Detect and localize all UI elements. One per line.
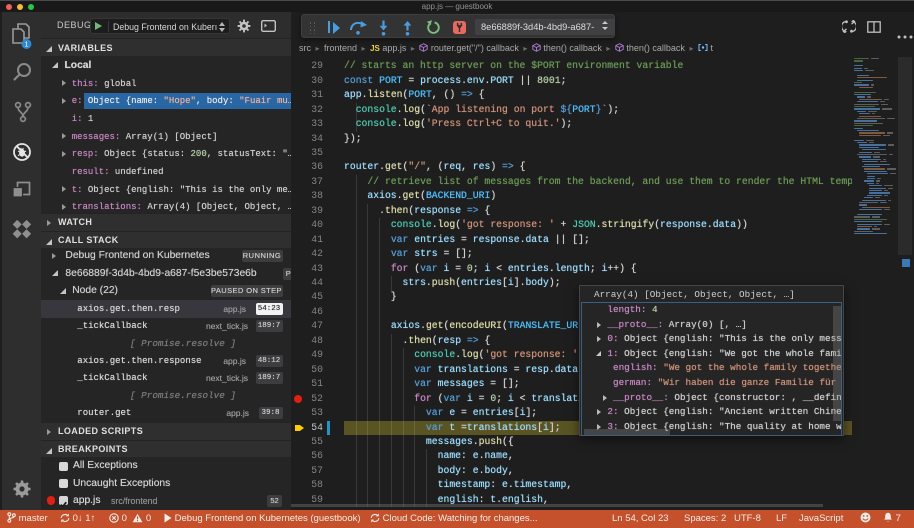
svg-text:1: 1 bbox=[25, 42, 29, 49]
